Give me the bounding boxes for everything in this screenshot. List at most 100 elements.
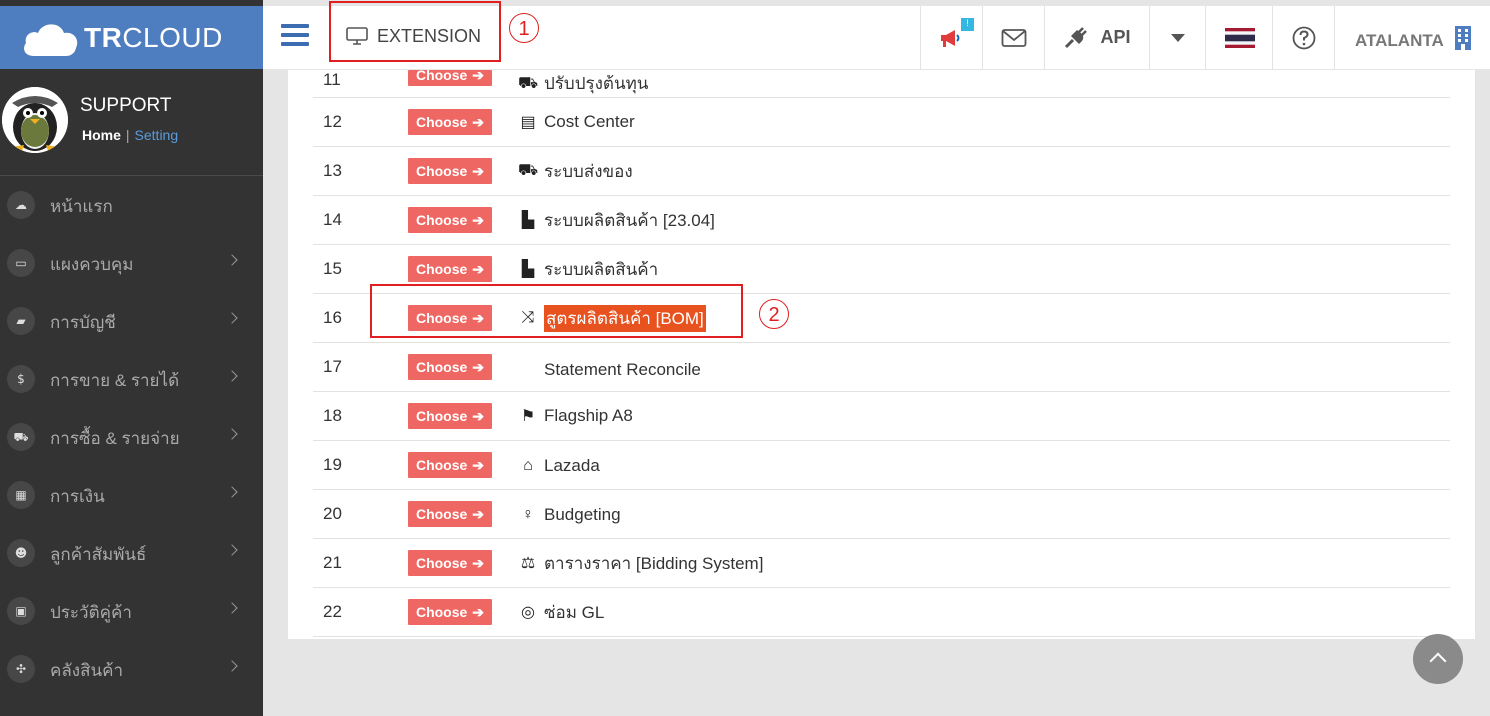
choose-cell: Choose ➔ [408,391,518,441]
chevron-right-icon [226,486,238,498]
help-button[interactable] [1272,6,1335,69]
extension-name[interactable]: Statement Reconcile [518,360,701,380]
extension-name[interactable]: ◎ ซ่อม GL [518,599,604,626]
extension-name[interactable]: ⛟ ระบบส่งของ [518,158,633,185]
choose-label: Choose [415,457,468,473]
chevron-right-icon [226,254,238,266]
sidebar-item-accounting[interactable]: ▰ การบัญชี [0,292,263,350]
row-number: 17 [313,342,408,392]
sidebar-item-sales[interactable]: $ การขาย & รายได้ [0,350,263,408]
sidebar-item-purchases[interactable]: ⛟ การซื้อ & รายจ่าย [0,408,263,466]
sidebar-item-label: ประวัติคู่ค้า [50,603,132,622]
extension-name[interactable]: ▙ ระบบผลิตสินค้า [518,256,658,283]
choose-cell: Choose ➔ [408,97,518,147]
annotation-box-step1 [329,1,501,62]
extension-label: ซ่อม GL [544,602,605,622]
users-icon: ☻ [7,539,35,567]
extension-name[interactable]: ▤ Cost Center [518,112,634,132]
extension-row: 12 Choose ➔ ▤ Cost Center [313,97,1450,147]
choose-label: Choose [415,408,468,424]
extension-name-cell: ▙ ระบบผลิตสินค้า [23.04] [518,195,1450,245]
sidebar-item-crm[interactable]: ☻ ลูกค้าสัมพันธ์ [0,524,263,582]
arrow-right-icon: ➔ [472,506,485,522]
dollar-icon: $ [7,365,35,393]
chevron-right-icon [226,428,238,440]
extension-name-cell: ▤ Cost Center [518,97,1450,147]
more-dropdown[interactable] [1149,6,1206,69]
extension-name[interactable]: ⚑ Flagship A8 [518,406,633,426]
choose-cell: Choose ➔ [408,489,518,539]
language-selector[interactable] [1205,6,1273,69]
choose-button[interactable]: Choose ➔ [408,452,492,478]
choose-button[interactable]: Choose ➔ [408,501,492,527]
extension-label: ระบบผลิตสินค้า [544,259,659,279]
extension-name[interactable]: ⚖ ตารางราคา [Bidding System] [518,550,764,577]
choose-label: Choose [415,555,468,571]
plug-icon [1065,26,1088,48]
chevron-right-icon [226,544,238,556]
choose-cell: Choose ➔ [408,70,518,98]
industry-icon: ▙ [521,212,535,229]
extension-label: ตารางราคา [Bidding System] [544,553,764,573]
sidebar: TRCLOUD SUPPORT Home| Setting ☁ หน้าแรก [0,0,263,716]
lightbulb-icon: ♀ [522,505,534,523]
messages-button[interactable] [982,6,1045,69]
cubes-icon: ✣ [7,655,35,683]
company-switcher[interactable]: ATALANTA [1334,6,1490,69]
hamburger-menu-icon[interactable] [281,24,309,46]
extension-row: 19 Choose ➔ ⌂ Lazada [313,440,1450,490]
chevron-right-icon [226,312,238,324]
row-number: 20 [313,489,408,539]
choose-label: Choose [415,604,468,620]
book-icon: ▰ [7,307,35,335]
sidebar-item-partners[interactable]: ▣ ประวัติคู่ค้า [0,582,263,640]
choose-label: Choose [415,506,468,522]
cloud-logo-icon [24,24,78,56]
sidebar-item-label: หน้าแรก [50,197,113,216]
extension-name[interactable]: ⌂ Lazada [518,456,600,476]
extension-name[interactable]: ⛟ ปรับปรุงต้นทุน [518,70,648,97]
choose-button[interactable]: Choose ➔ [408,158,492,184]
extension-row: 17 Choose ➔ Statement Reconcile [313,342,1450,392]
extension-name-cell: ⛟ ระบบส่งของ [518,146,1450,196]
choose-button[interactable]: Choose ➔ [408,403,492,429]
extension-name[interactable]: ▙ ระบบผลิตสินค้า [23.04] [518,207,715,234]
choose-button[interactable]: Choose ➔ [408,256,492,282]
avatar[interactable] [2,87,68,153]
caret-down-icon [1171,33,1185,42]
announcement-button[interactable]: ! [920,6,983,69]
choose-label: Choose [415,359,468,375]
choose-button[interactable]: Choose ➔ [408,599,492,625]
brand-logo[interactable]: TRCLOUD [0,6,263,69]
arrow-right-icon: ➔ [472,457,485,473]
extension-row: 20 Choose ➔ ♀ Budgeting [313,489,1450,539]
arrow-right-icon: ➔ [472,359,485,375]
choose-cell: Choose ➔ [408,342,518,392]
extension-name[interactable]: ♀ Budgeting [518,505,621,525]
choose-button[interactable]: Choose ➔ [408,109,492,135]
sidebar-item-label: การขาย & รายได้ [50,371,180,390]
arrow-right-icon: ➔ [472,70,485,83]
arrow-right-icon: ➔ [472,163,485,179]
sidebar-item-dashboard[interactable]: ▭ แผงควบคุม [0,234,263,292]
home-link[interactable]: Home [82,127,121,143]
envelope-icon [1001,28,1027,47]
sidebar-item-label: การซื้อ & รายจ่าย [50,429,180,448]
sidebar-item-finance[interactable]: ▦ การเงิน [0,466,263,524]
api-button[interactable]: API [1044,6,1150,69]
choose-button[interactable]: Choose ➔ [408,70,492,86]
choose-button[interactable]: Choose ➔ [408,550,492,576]
choose-button[interactable]: Choose ➔ [408,207,492,233]
sidebar-menu: ☁ หน้าแรก ▭ แผงควบคุม ▰ การบัญชี $ การขา… [0,176,263,698]
scroll-to-top-button[interactable] [1413,634,1463,684]
choose-button[interactable]: Choose ➔ [408,354,492,380]
thailand-flag-icon [1224,27,1255,48]
extension-name-cell: Statement Reconcile [518,342,1450,392]
extension-label: ระบบส่งของ [544,161,633,181]
setting-link[interactable]: Setting [135,127,179,143]
sidebar-item-home[interactable]: ☁ หน้าแรก [0,176,263,234]
row-number: 18 [313,391,408,441]
sidebar-item-label: คลังสินค้า [50,661,124,680]
choose-label: Choose [415,212,468,228]
sidebar-item-warehouse[interactable]: ✣ คลังสินค้า [0,640,263,698]
